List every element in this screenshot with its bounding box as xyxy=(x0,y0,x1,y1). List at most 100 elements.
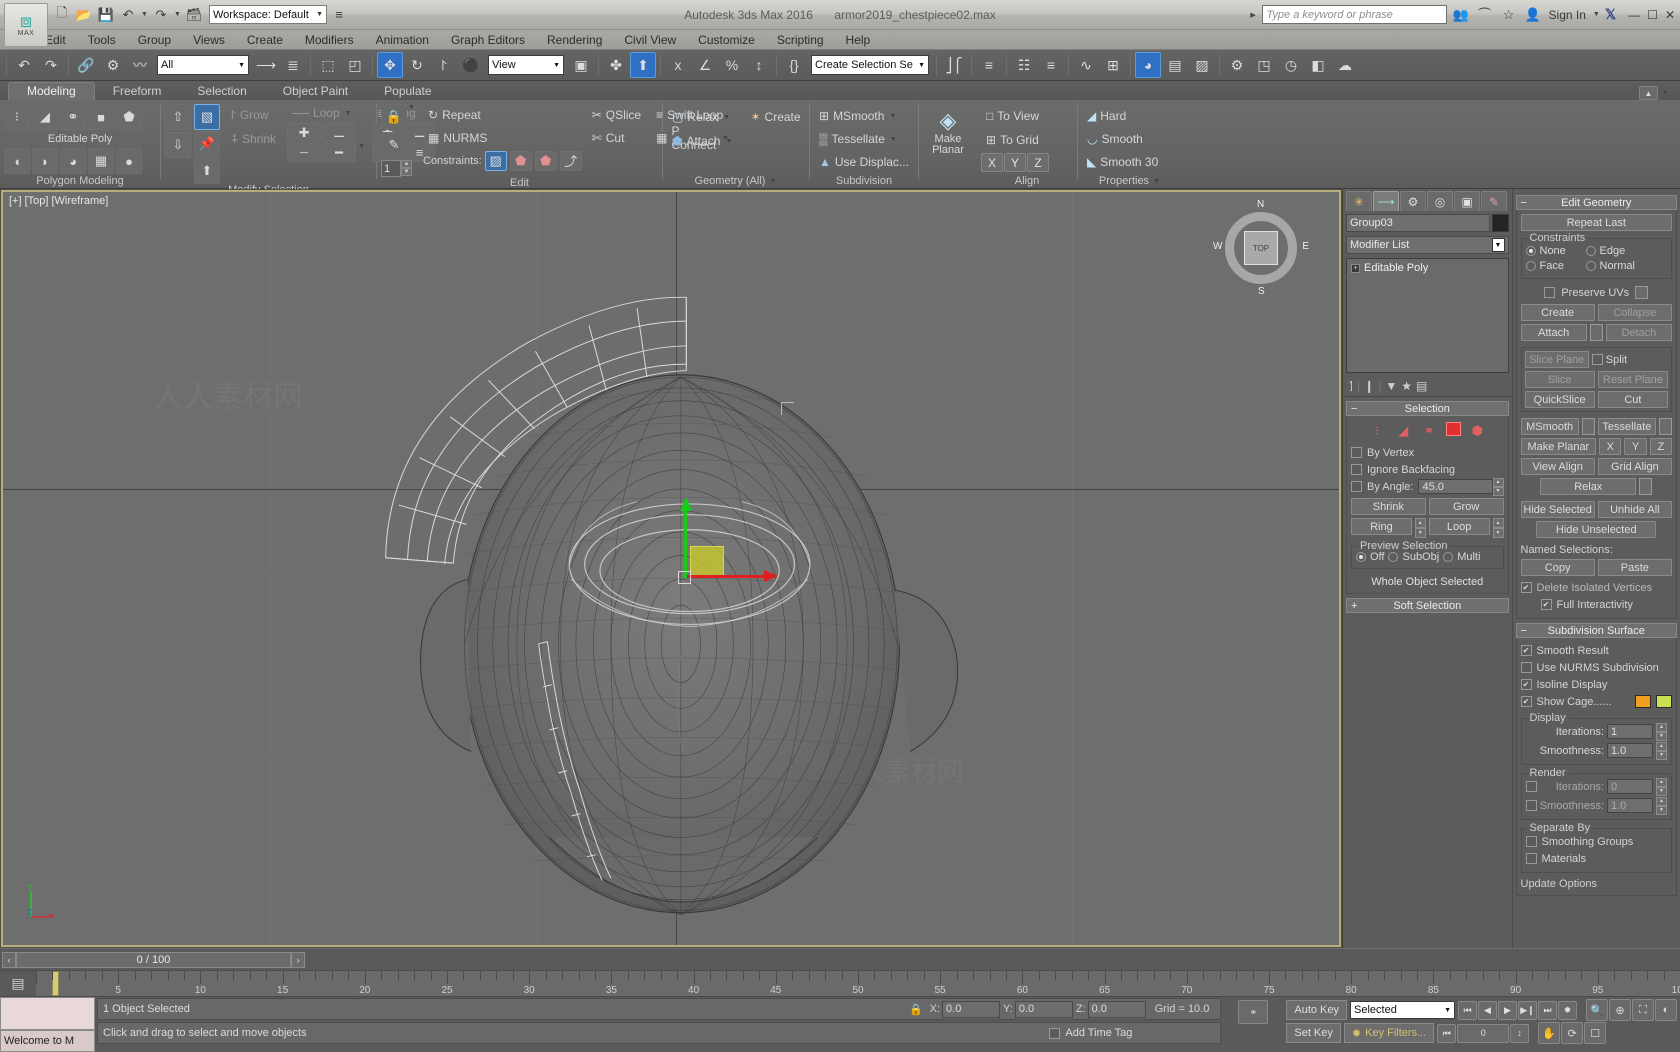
tessellate-button[interactable]: ▒ Tessellate ▼ xyxy=(814,128,903,150)
isoline-display-checkbox[interactable] xyxy=(1520,679,1532,690)
view-cube-top-face[interactable]: TOP xyxy=(1244,231,1278,265)
show-end-result-button[interactable]: ❙ xyxy=(1364,379,1374,393)
sign-in-button[interactable]: Sign In xyxy=(1547,8,1588,22)
constraint-normal-icon[interactable]: ⤴ xyxy=(559,150,582,171)
subdivision-surface-rollout-header[interactable]: − Subdivision Surface xyxy=(1515,623,1677,638)
use-pivot-center-icon[interactable]: ▣ xyxy=(568,52,594,78)
slice-button[interactable]: Slice xyxy=(1524,371,1595,388)
tab-selection[interactable]: Selection xyxy=(179,83,264,100)
paint-deform-icon[interactable]: ◕ xyxy=(60,148,86,174)
hide-selected-button[interactable]: Hide Selected xyxy=(1520,501,1595,518)
render-iterative-icon[interactable]: ◳ xyxy=(1251,52,1277,78)
edge-select-icon[interactable]: ◢ xyxy=(1394,422,1413,439)
menu-views[interactable]: Views xyxy=(182,30,236,50)
ribbon-toggle-icon[interactable]: ≡ xyxy=(1038,52,1064,78)
select-and-rotate-icon[interactable]: ↻ xyxy=(404,52,430,78)
constraint-edge-radio[interactable] xyxy=(1585,245,1596,256)
layer-explorer-icon[interactable]: ☷ xyxy=(1011,52,1037,78)
lock-edit-icon[interactable]: 🔒 xyxy=(381,104,407,130)
preview-subobj-radio[interactable] xyxy=(1388,552,1399,562)
view-cube-east-label[interactable]: E xyxy=(1302,241,1309,252)
view-cube-north-label[interactable]: N xyxy=(1257,199,1264,210)
auto-key-button[interactable]: Auto Key xyxy=(1286,1000,1347,1020)
object-color-swatch[interactable] xyxy=(1491,214,1509,232)
ignore-backfacing-row[interactable]: Ignore Backfacing xyxy=(1351,461,1504,478)
use-displacement-button[interactable]: ▲ Use Displac... xyxy=(814,151,914,173)
make-planar-button[interactable]: ◈ Make Planar xyxy=(925,106,971,156)
field-of-view-icon[interactable]: ◐ xyxy=(1655,999,1677,1021)
preview-multi-radio[interactable] xyxy=(1443,552,1454,562)
shrink-button[interactable]: Shrink xyxy=(1351,498,1426,515)
attach-dropdown-arrow[interactable]: ▼ xyxy=(724,138,733,145)
hierarchy-tab[interactable]: ⚙ xyxy=(1400,191,1426,211)
nurms-button[interactable]: ▦ NURMS xyxy=(423,127,582,149)
app-menu-button[interactable]: ⧈ MAX xyxy=(4,3,48,47)
next-frame-arrow[interactable]: › xyxy=(291,951,305,968)
snaps-toggle-icon[interactable]: ⬆ xyxy=(630,52,656,78)
select-and-scale-icon[interactable]: ⨡ xyxy=(431,52,457,78)
make-planar-x-button[interactable]: X xyxy=(1599,438,1622,455)
menu-modifiers[interactable]: Modifiers xyxy=(294,30,365,50)
menu-tools[interactable]: Tools xyxy=(77,30,127,50)
full-interactivity-row[interactable]: Full Interactivity xyxy=(1521,596,1673,613)
tessellate-button[interactable]: Tessellate xyxy=(1597,418,1656,435)
tab-object-paint[interactable]: Object Paint xyxy=(265,83,366,100)
display-smoothness-spinner[interactable]: ▲ ▼ xyxy=(1656,741,1667,760)
msmooth-button[interactable]: MSmooth xyxy=(1520,418,1579,435)
edit-mode-icon[interactable]: ✎ xyxy=(381,132,407,158)
object-name-field[interactable]: Group03 xyxy=(1346,214,1490,232)
set-key-toggle-icon[interactable]: ⚭ xyxy=(1238,1000,1269,1024)
render-smoothness-spinner[interactable]: ▲ ▼ xyxy=(1656,796,1667,815)
top-viewport[interactable]: [+] [Top] [Wireframe] 人人素材网 人人素材网 TOP N … xyxy=(1,190,1341,947)
by-angle-checkbox[interactable] xyxy=(1351,481,1362,492)
render-in-cloud-icon[interactable]: ☁ xyxy=(1332,52,1358,78)
remove-modifier-button[interactable]: ★ xyxy=(1401,379,1412,393)
unlink-selection-icon[interactable]: ⚙ xyxy=(100,52,126,78)
attach-settings-button[interactable] xyxy=(1589,324,1603,341)
qslice-button[interactable]: ✂ QSlice xyxy=(587,104,646,126)
goto-end-icon[interactable]: ⏭ xyxy=(1538,1000,1557,1020)
polygon-select-icon[interactable] xyxy=(1445,422,1461,436)
constraint-normal-radio[interactable] xyxy=(1585,260,1596,271)
menu-customize[interactable]: Customize xyxy=(687,30,766,50)
zoom-all-icon[interactable]: ⊕ xyxy=(1609,999,1631,1021)
loop-mode-icon[interactable]: ━ xyxy=(322,143,357,162)
show-end-result-icon[interactable]: ⬆ xyxy=(194,158,220,184)
preserve-uv-icon[interactable]: ▦ xyxy=(88,148,114,174)
maximize-viewport-icon[interactable]: ☐ xyxy=(1584,1022,1607,1044)
align-axis-y-button[interactable]: Y xyxy=(1004,153,1026,172)
welcome-label[interactable]: Welcome to M xyxy=(0,1030,95,1052)
open-file-icon[interactable]: 📂 xyxy=(74,5,94,25)
render-iterations-spinner[interactable]: ▲ ▼ xyxy=(1656,777,1667,796)
zoom-icon[interactable]: 🔍 xyxy=(1586,999,1608,1021)
smooth30-button[interactable]: ◣ Smooth 30 xyxy=(1082,151,1163,173)
activeshade-icon[interactable]: ◷ xyxy=(1278,52,1304,78)
infocenter-expand-arrow[interactable]: ▶ xyxy=(1249,11,1258,19)
render-iterations-value[interactable]: 0 xyxy=(1607,779,1653,794)
detach-button[interactable]: Detach xyxy=(1605,324,1672,341)
workspace-selector[interactable]: Workspace: Default ▼ xyxy=(209,5,327,24)
display-tab[interactable]: ▣ xyxy=(1454,191,1480,211)
close-button[interactable]: ✕ xyxy=(1665,8,1675,22)
frame-spinner-icon[interactable]: ↕ xyxy=(1510,1023,1530,1043)
select-object-icon[interactable]: ⟶ xyxy=(253,52,279,78)
ab-compare-icon[interactable]: ◧ xyxy=(1305,52,1331,78)
symmetry-tools-icon[interactable]: ◗ xyxy=(32,148,58,174)
smoothing-groups-checkbox[interactable] xyxy=(1525,836,1537,847)
sign-in-dropdown-arrow[interactable]: ▼ xyxy=(1592,11,1601,18)
tab-modeling[interactable]: Modeling xyxy=(8,82,95,100)
save-file-icon[interactable]: 💾 xyxy=(96,5,116,25)
modify-tab[interactable]: ⟶ xyxy=(1373,191,1399,211)
vertex-subobject-icon[interactable]: ⁝ xyxy=(4,104,30,130)
edit-geometry-rollout-header[interactable]: − Edit Geometry xyxy=(1515,195,1677,210)
set-project-folder-icon[interactable]: 🗃 xyxy=(184,5,204,25)
border-subobject-icon[interactable]: ⚭ xyxy=(60,104,86,130)
selection-filter-combo[interactable]: All ▼ xyxy=(157,55,249,75)
use-stack-selection-icon[interactable]: ▧ xyxy=(194,104,220,130)
add-time-tag-label[interactable]: Add Time Tag xyxy=(1065,1027,1215,1039)
by-angle-row[interactable]: By Angle: 45.0 ▲ ▼ xyxy=(1351,477,1504,496)
msmooth-dropdown-arrow[interactable]: ▼ xyxy=(888,113,897,120)
render-iterations-checkbox[interactable] xyxy=(1525,781,1537,792)
percent-snap-icon[interactable]: % xyxy=(719,52,745,78)
display-smoothness-value[interactable]: 1.0 xyxy=(1607,743,1653,758)
